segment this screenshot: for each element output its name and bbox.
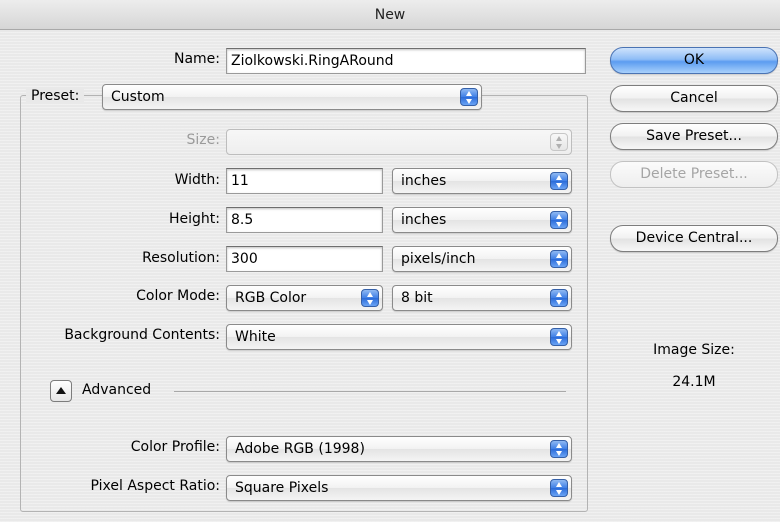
preset-value: Custom <box>111 89 165 105</box>
popup-arrows-icon <box>550 211 568 229</box>
resolution-field[interactable]: 300 <box>226 246 383 272</box>
save-preset-button[interactable]: Save Preset... <box>610 123 778 150</box>
delete-preset-button: Delete Preset... <box>610 161 778 188</box>
background-label: Background Contents: <box>64 327 220 343</box>
image-size-value: 24.1M <box>672 374 716 390</box>
color-mode-select[interactable]: RGB Color <box>226 285 383 311</box>
height-unit-select[interactable]: inches <box>392 207 572 233</box>
height-unit-value: inches <box>401 212 447 228</box>
window-title: New <box>0 0 780 30</box>
popup-arrows-icon <box>550 289 568 307</box>
color-mode-label: Color Mode: <box>136 288 220 304</box>
width-label: Width: <box>174 172 220 188</box>
pixel-aspect-select[interactable]: Square Pixels <box>226 475 572 501</box>
bit-depth-value: 8 bit <box>401 290 433 306</box>
resolution-label: Resolution: <box>142 250 220 266</box>
height-label: Height: <box>169 211 220 227</box>
resolution-unit-select[interactable]: pixels/inch <box>392 246 572 272</box>
advanced-label: Advanced <box>82 382 152 398</box>
color-mode-value: RGB Color <box>235 290 307 306</box>
background-select[interactable]: White <box>226 324 572 350</box>
popup-arrows-icon <box>550 250 568 268</box>
bit-depth-select[interactable]: 8 bit <box>392 285 572 311</box>
popup-arrows-icon <box>550 328 568 346</box>
popup-arrows-icon <box>550 172 568 190</box>
color-profile-label: Color Profile: <box>130 439 220 455</box>
size-select <box>226 129 572 155</box>
width-unit-select[interactable]: inches <box>392 168 572 194</box>
pixel-aspect-value: Square Pixels <box>235 480 329 496</box>
popup-arrows-icon <box>550 440 568 458</box>
name-label: Name: <box>173 51 220 67</box>
preset-select[interactable]: Custom <box>102 84 482 110</box>
size-label: Size: <box>186 132 220 148</box>
image-size-label: Image Size: <box>653 342 735 358</box>
popup-arrows-icon <box>550 479 568 497</box>
color-profile-select[interactable]: Adobe RGB (1998) <box>226 436 572 462</box>
new-document-dialog: Name: Ziolkowski.RingARound Preset: Cust… <box>0 31 780 522</box>
popup-arrows-icon <box>361 289 379 307</box>
name-field[interactable]: Ziolkowski.RingARound <box>226 48 586 74</box>
popup-arrows-icon <box>460 88 478 106</box>
preset-label: Preset: <box>26 88 85 104</box>
width-field[interactable]: 11 <box>226 168 383 194</box>
resolution-unit-value: pixels/inch <box>401 251 476 267</box>
device-central-button[interactable]: Device Central... <box>610 225 778 252</box>
pixel-aspect-label: Pixel Aspect Ratio: <box>90 478 221 494</box>
width-unit-value: inches <box>401 173 447 189</box>
popup-arrows-icon <box>550 133 568 151</box>
ok-button[interactable]: OK <box>610 47 778 74</box>
background-value: White <box>235 329 276 345</box>
cancel-button[interactable]: Cancel <box>610 85 778 112</box>
color-profile-value: Adobe RGB (1998) <box>235 441 365 457</box>
advanced-disclosure-triangle-icon[interactable] <box>50 380 72 402</box>
advanced-divider <box>174 391 566 392</box>
height-field[interactable]: 8.5 <box>226 207 383 233</box>
